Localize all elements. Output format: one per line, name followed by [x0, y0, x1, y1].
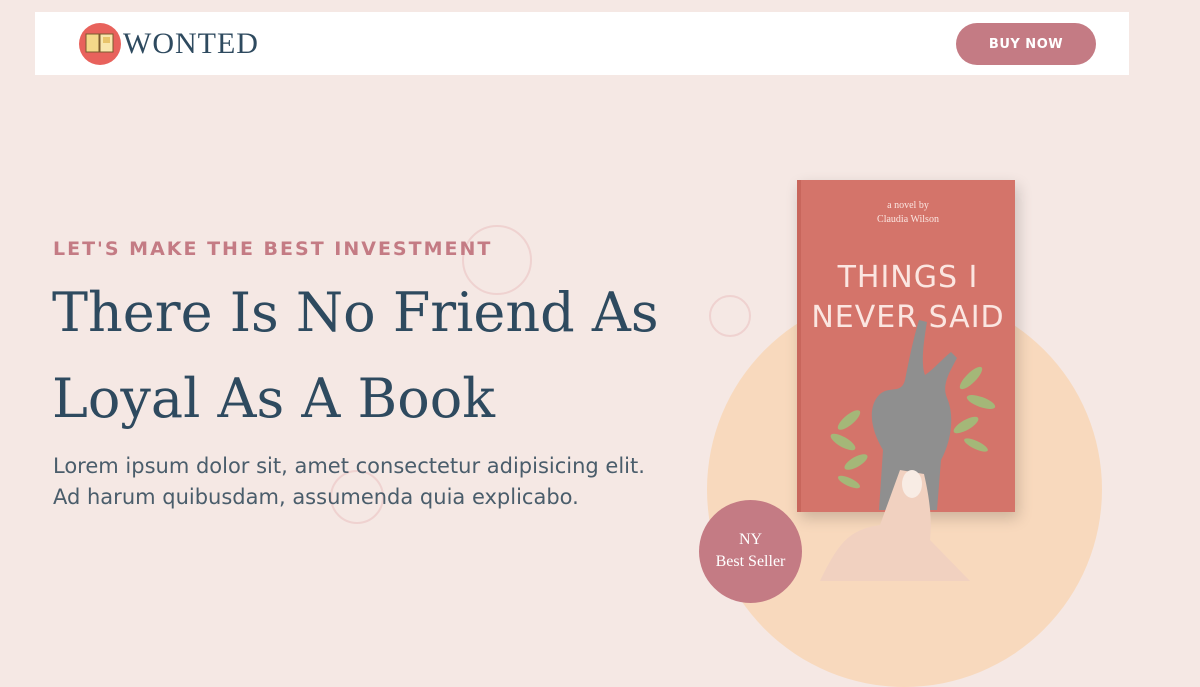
logo[interactable]: WONTED: [79, 22, 259, 65]
hero-tagline: LET'S MAKE THE BEST INVESTMENT: [53, 238, 493, 260]
holding-hand: [820, 470, 970, 581]
best-seller-badge: NY Best Seller: [699, 500, 802, 603]
navbar: WONTED BUY NOW: [35, 12, 1129, 75]
badge-line-2: Best Seller: [715, 553, 786, 570]
book-cover: a novel by Claudia Wilson THINGS I NEVER…: [797, 180, 1015, 512]
book-icon: [79, 22, 121, 65]
hand-illustration: [830, 320, 996, 510]
buy-now-button[interactable]: BUY NOW: [956, 23, 1096, 65]
hero-headline: There Is No Friend As Loyal As A Book: [52, 281, 659, 430]
decorative-ring: [709, 295, 751, 337]
hero-description: Lorem ipsum dolor sit, amet consectetur …: [53, 454, 645, 509]
logo-text: WONTED: [123, 26, 259, 60]
badge-line-1: NY: [738, 531, 763, 548]
